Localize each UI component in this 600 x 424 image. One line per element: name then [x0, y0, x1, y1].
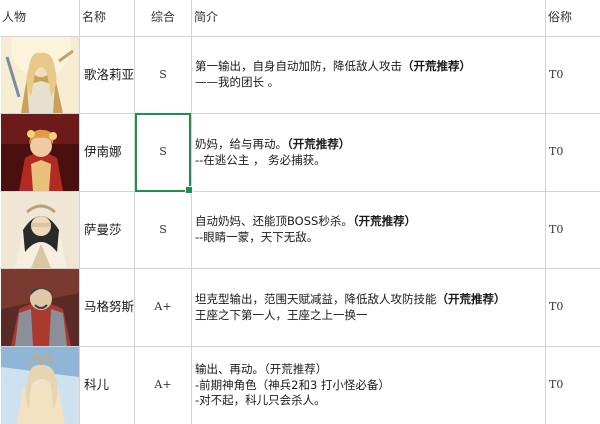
recommend-tag: （开荒推荐）: [436, 291, 506, 306]
overall-grade[interactable]: S: [135, 37, 191, 113]
intro-quote: -对不起，科儿只会杀人。: [195, 393, 326, 408]
character-name[interactable]: 萨曼莎: [82, 192, 134, 268]
character-portrait: [1, 37, 79, 113]
header-intro[interactable]: 简介: [194, 0, 294, 36]
intro-line: 自动奶妈、还能顶BOSS秒杀。（开荒推荐）: [195, 214, 416, 230]
intro-line: 输出、再动。（开荒推荐）: [195, 362, 327, 378]
header-alias[interactable]: 俗称: [548, 0, 598, 36]
intro-cell[interactable]: 第一输出，自身自动加防，降低敌人攻击（开荒推荐） ——我的团长 。: [192, 37, 544, 113]
recommend-tag: （开荒推荐）: [402, 59, 471, 74]
intro-cell[interactable]: 坦克型输出，范围天赋减益，降低敌人攻防技能（开荒推荐） 王座之下第一人，王座之上…: [192, 269, 544, 346]
character-name[interactable]: 科儿: [82, 347, 134, 424]
intro-text: 奶妈，给与再动。: [195, 136, 287, 151]
recommend-tag: （开荒推荐）: [352, 214, 417, 229]
character-name[interactable]: 歌洛莉亚: [82, 37, 134, 113]
character-portrait: [1, 192, 79, 268]
intro-quote: ——我的团长 。: [195, 75, 280, 89]
column-divider: [79, 0, 80, 424]
intro-line: 第一输出，自身自动加防，降低敌人攻击（开荒推荐）: [195, 59, 471, 75]
intro-text: 第一输出，自身自动加防，降低敌人攻击: [195, 59, 402, 74]
intro-quote: --在逃公主 ， 务必捕获。: [195, 152, 326, 167]
character-name[interactable]: 伊南娜: [82, 114, 134, 191]
character-portrait: [1, 347, 79, 424]
overall-grade[interactable]: S: [135, 192, 191, 268]
character-portrait: [1, 269, 79, 346]
active-cell-selection[interactable]: [135, 113, 193, 194]
tier-label[interactable]: T0: [546, 192, 598, 268]
overall-grade[interactable]: A+: [135, 269, 191, 346]
tier-label[interactable]: T0: [546, 347, 598, 424]
tier-label[interactable]: T0: [546, 269, 598, 346]
intro-quote: --眼睛一蒙，天下无敌。: [195, 230, 319, 244]
spreadsheet: 人物 名称 综合 简介 俗称 歌洛莉亚 S 第一输出，自身自动加防，降低敌人攻击…: [0, 0, 600, 424]
recommend-tag: （开荒推荐）: [287, 136, 351, 151]
header-character[interactable]: 人物: [2, 0, 78, 36]
intro-quote: -前期神角色（神兵2和3 打小怪必备）: [195, 377, 390, 392]
intro-line: 坦克型输出，范围天赋减益，降低敌人攻防技能（开荒推荐）: [195, 292, 506, 308]
intro-cell[interactable]: 自动奶妈、还能顶BOSS秒杀。（开荒推荐） --眼睛一蒙，天下无敌。: [192, 192, 544, 268]
overall-grade[interactable]: A+: [135, 347, 191, 424]
intro-text: 自动奶妈、还能顶BOSS秒杀。: [195, 214, 353, 229]
intro-line: 奶妈，给与再动。（开荒推荐）: [195, 137, 350, 153]
tier-label[interactable]: T0: [546, 114, 598, 191]
tier-label[interactable]: T0: [546, 37, 598, 113]
intro-cell[interactable]: 输出、再动。（开荒推荐） -前期神角色（神兵2和3 打小怪必备） -对不起，科儿…: [192, 347, 544, 424]
intro-cell[interactable]: 奶妈，给与再动。（开荒推荐） --在逃公主 ， 务必捕获。: [192, 114, 544, 191]
intro-text: 输出、再动。（开荒推荐）: [195, 362, 328, 377]
intro-quote: 王座之下第一人，王座之上一换一: [195, 307, 368, 322]
character-portrait: [1, 114, 79, 191]
character-name[interactable]: 马格努斯: [82, 269, 134, 346]
intro-text: 坦克型输出，范围天赋减益，降低敌人攻防技能: [195, 291, 437, 306]
header-overall[interactable]: 综合: [135, 0, 191, 36]
header-name[interactable]: 名称: [82, 0, 132, 36]
